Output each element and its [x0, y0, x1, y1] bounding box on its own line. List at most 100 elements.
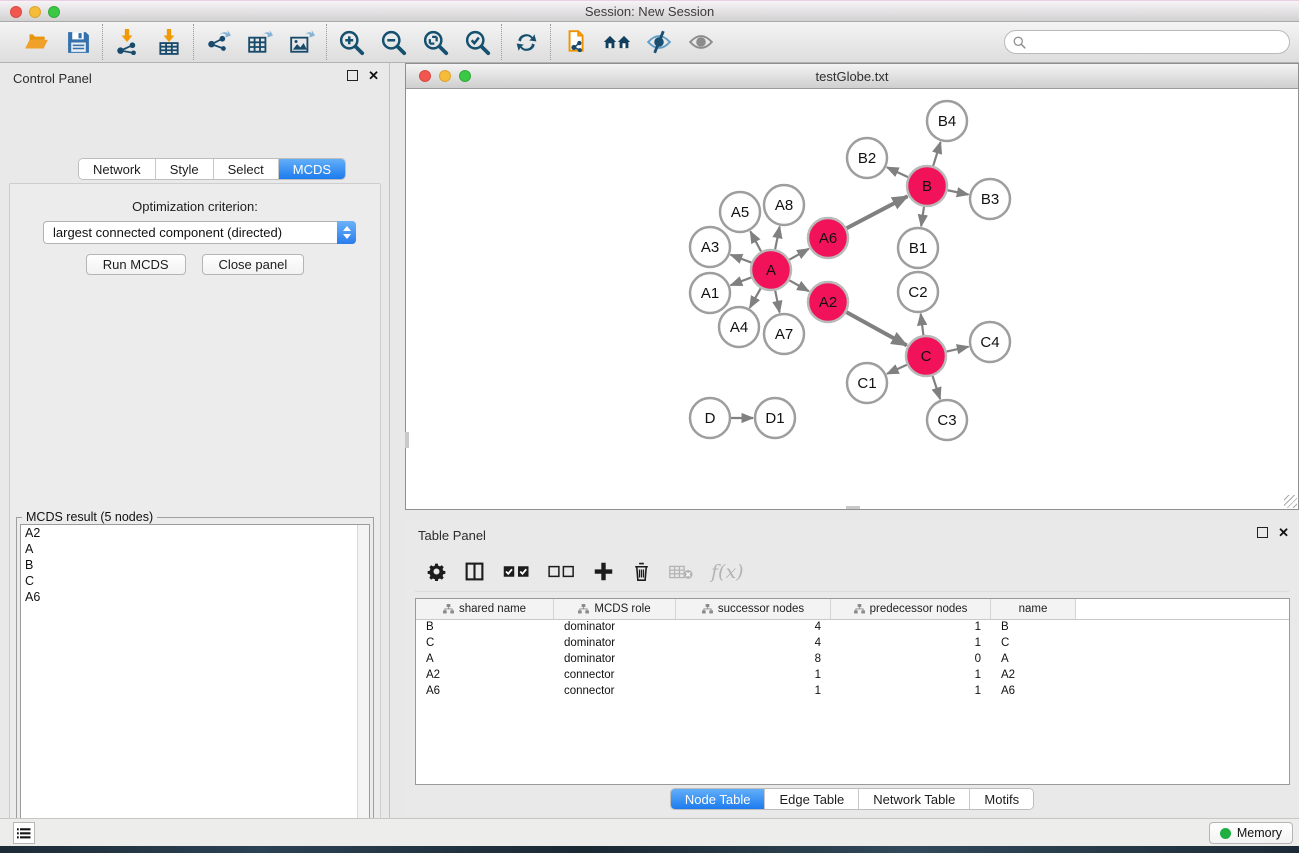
tab-network-table[interactable]: Network Table — [859, 789, 970, 809]
result-item[interactable]: A6 — [21, 589, 369, 605]
tab-mcds[interactable]: MCDS — [279, 159, 345, 179]
show-column-icon[interactable] — [464, 561, 485, 582]
criterion-dropdown[interactable]: largest connected component (directed) — [43, 221, 356, 244]
graph-node-B2[interactable]: B2 — [847, 138, 887, 178]
result-item[interactable]: B — [21, 557, 369, 573]
graph-node-A[interactable]: A — [751, 250, 791, 290]
close-window-button[interactable] — [10, 6, 22, 18]
table-options-gear-icon[interactable] — [427, 562, 446, 581]
graph-node-A6[interactable]: A6 — [808, 218, 848, 258]
graph-edge-A2-C[interactable] — [846, 312, 906, 345]
float-panel-icon[interactable] — [347, 70, 358, 81]
refresh-network-icon[interactable] — [512, 28, 540, 56]
result-scrollbar[interactable] — [357, 525, 369, 853]
graph-node-C2[interactable]: C2 — [898, 272, 938, 312]
graph-edge-A-A3[interactable] — [731, 255, 752, 263]
graph-edge-A-A8[interactable] — [775, 227, 780, 250]
graph-node-B[interactable]: B — [907, 166, 947, 206]
hide-graphics-details-icon[interactable] — [645, 28, 673, 56]
export-image-icon[interactable] — [288, 28, 316, 56]
graph-edge-B-B1[interactable] — [921, 207, 924, 226]
graph-edge-B-B2[interactable] — [887, 167, 908, 177]
graph-node-A3[interactable]: A3 — [690, 227, 730, 267]
network-zoom-button[interactable] — [459, 70, 471, 82]
minimize-window-button[interactable] — [29, 6, 41, 18]
graph-edge-C-C1[interactable] — [887, 365, 907, 374]
export-table-icon[interactable] — [246, 28, 274, 56]
graph-node-A4[interactable]: A4 — [719, 307, 759, 347]
search-input[interactable] — [1027, 35, 1277, 49]
network-from-file-icon[interactable] — [561, 28, 589, 56]
graph-node-B3[interactable]: B3 — [970, 179, 1010, 219]
result-item[interactable]: C — [21, 573, 369, 589]
column-header[interactable]: MCDS role — [554, 599, 676, 619]
function-builder-icon[interactable]: f(x) — [711, 561, 744, 583]
graph-edge-C-C4[interactable] — [947, 347, 969, 352]
graph-edge-A-A6[interactable] — [789, 249, 809, 260]
memory-button[interactable]: Memory — [1209, 822, 1293, 844]
graph-edge-C-C3[interactable] — [933, 376, 941, 399]
graph-edge-A-A7[interactable] — [775, 291, 779, 313]
export-network-icon[interactable] — [204, 28, 232, 56]
save-session-icon[interactable] — [64, 28, 92, 56]
table-row[interactable]: A6connector11A6 — [416, 684, 1289, 700]
tab-network[interactable]: Network — [79, 159, 156, 179]
table-row[interactable]: Cdominator41C — [416, 636, 1289, 652]
graph-node-A8[interactable]: A8 — [764, 185, 804, 225]
graph-node-A7[interactable]: A7 — [764, 314, 804, 354]
tab-select[interactable]: Select — [214, 159, 279, 179]
select-all-columns-icon[interactable] — [503, 564, 530, 579]
tab-style[interactable]: Style — [156, 159, 214, 179]
graph-edge-A-A2[interactable] — [789, 280, 809, 291]
add-column-icon[interactable] — [593, 561, 614, 582]
graph-node-D[interactable]: D — [690, 398, 730, 438]
graph-node-A1[interactable]: A1 — [690, 273, 730, 313]
show-graphics-details-icon[interactable] — [687, 28, 715, 56]
graph-node-B1[interactable]: B1 — [898, 228, 938, 268]
search-field[interactable] — [1004, 30, 1290, 54]
import-table-icon[interactable] — [155, 28, 183, 56]
graph-node-C3[interactable]: C3 — [927, 400, 967, 440]
result-item[interactable]: A — [21, 541, 369, 557]
close-panel-icon[interactable]: ✕ — [368, 70, 379, 81]
resize-grip-icon[interactable] — [1284, 495, 1297, 508]
tab-edge-table[interactable]: Edge Table — [765, 789, 859, 809]
graph-edge-C-C2[interactable] — [921, 314, 924, 335]
graph-edge-B-B4[interactable] — [933, 142, 940, 166]
zoom-in-icon[interactable] — [337, 28, 365, 56]
tab-motifs[interactable]: Motifs — [970, 789, 1033, 809]
network-window-titlebar[interactable]: testGlobe.txt — [406, 64, 1298, 89]
open-session-icon[interactable] — [22, 28, 50, 56]
import-network-icon[interactable] — [113, 28, 141, 56]
node-table[interactable]: shared nameMCDS rolesuccessor nodesprede… — [415, 598, 1290, 785]
zoom-out-icon[interactable] — [379, 28, 407, 56]
column-header[interactable]: successor nodes — [676, 599, 831, 619]
delete-column-icon[interactable] — [632, 561, 651, 582]
close-panel-button[interactable]: Close panel — [202, 254, 305, 275]
table-row[interactable]: Bdominator41B — [416, 620, 1289, 636]
network-canvas[interactable]: B4B2BB3A8A5A6A3B1AA1C2A2A4A7C4CC1DD1C3 — [406, 89, 1298, 509]
zoom-window-button[interactable] — [48, 6, 60, 18]
zoom-fit-icon[interactable] — [421, 28, 449, 56]
run-mcds-button[interactable]: Run MCDS — [86, 254, 186, 275]
home-pages-icon[interactable] — [603, 28, 631, 56]
task-history-button[interactable] — [13, 822, 35, 844]
result-item[interactable]: A2 — [21, 525, 369, 541]
close-table-panel-icon[interactable]: ✕ — [1278, 527, 1289, 538]
table-row[interactable]: A2connector11A2 — [416, 668, 1289, 684]
table-row[interactable]: Adominator80A — [416, 652, 1289, 668]
column-header[interactable]: shared name — [416, 599, 554, 619]
column-header[interactable]: predecessor nodes — [831, 599, 991, 619]
deselect-all-columns-icon[interactable] — [548, 564, 575, 579]
graph-edge-A-A1[interactable] — [731, 277, 752, 285]
delete-table-icon[interactable] — [669, 564, 693, 580]
graph-node-C4[interactable]: C4 — [970, 322, 1010, 362]
graph-node-C[interactable]: C — [906, 336, 946, 376]
graph-node-D1[interactable]: D1 — [755, 398, 795, 438]
network-close-button[interactable] — [419, 70, 431, 82]
graph-node-A5[interactable]: A5 — [720, 192, 760, 232]
network-minimize-button[interactable] — [439, 70, 451, 82]
graph-edge-A-A5[interactable] — [750, 231, 761, 251]
column-header[interactable]: name — [991, 599, 1076, 619]
network-vscroll-thumb[interactable] — [405, 432, 409, 448]
